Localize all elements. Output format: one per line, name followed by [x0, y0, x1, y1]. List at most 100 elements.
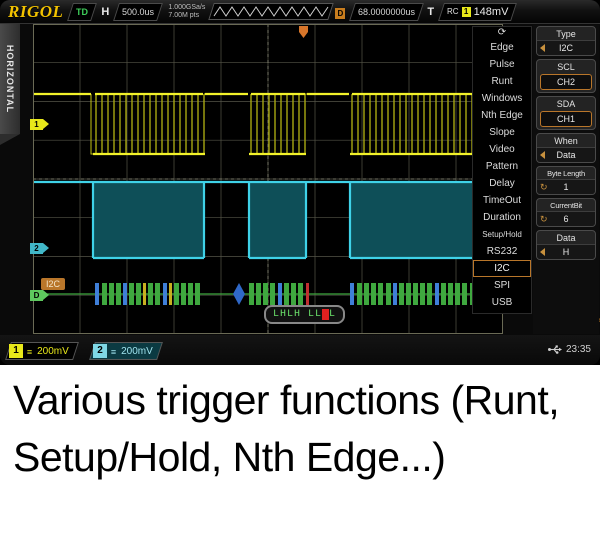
- softkey-type-value: I2C: [558, 43, 573, 53]
- timebase-badge[interactable]: 500.0us: [113, 2, 164, 21]
- left-arrow-icon: [540, 44, 545, 52]
- status-right-group: 23:35: [547, 344, 591, 355]
- caption-text: Various trigger functions (Runt, Setup/H…: [0, 365, 600, 542]
- ch2-pointer-label: 2: [34, 244, 39, 253]
- menu-item-slope[interactable]: Slope: [473, 124, 531, 141]
- waveform-canvas: [33, 24, 503, 334]
- top-status-bar: RIGOL TD H 500.0us 1.000GSa/s 7.00M pts …: [0, 0, 600, 24]
- softkey-current-bit[interactable]: CurrentBit ↻ 6: [536, 198, 596, 227]
- menu-item-windows[interactable]: Windows: [473, 90, 531, 107]
- ch1-volts-div: 200mV: [37, 345, 69, 357]
- clock-time: 23:35: [565, 344, 591, 355]
- i2c-decode-bus: [33, 283, 503, 305]
- softkey-when[interactable]: When Data: [536, 133, 596, 163]
- ch2-number: 2: [93, 344, 107, 358]
- menu-item-i2c[interactable]: I2C: [473, 260, 531, 277]
- ch2-fill: [93, 182, 480, 258]
- menu-item-spi[interactable]: SPI: [473, 277, 531, 294]
- ch1-position-pointer[interactable]: 1: [30, 119, 49, 130]
- trigger-status-label: TD: [76, 6, 89, 17]
- menu-item-runt[interactable]: Runt: [473, 73, 531, 90]
- memory-depth-value: 7.00M pts: [168, 11, 200, 19]
- delay-badge[interactable]: 68.0000000us: [349, 2, 425, 21]
- rotary-knob-icon: ↻: [540, 182, 548, 192]
- decode-position-pointer[interactable]: D: [30, 290, 49, 301]
- softkey-when-title: When: [554, 136, 578, 146]
- softkey-when-value-row[interactable]: Data: [537, 147, 595, 162]
- softkey-type-title: Type: [556, 29, 576, 39]
- ch1-settings-tag[interactable]: 1 ≡ 200mV: [5, 342, 79, 360]
- softkey-byte-length-value-row[interactable]: ↻ 1: [537, 179, 595, 194]
- menu-item-usb[interactable]: USB: [473, 294, 531, 311]
- softkey-scl-value[interactable]: CH2: [540, 74, 592, 90]
- menu-item-timeout[interactable]: TimeOut: [473, 192, 531, 209]
- ch2-settings-body: ≡ 200mV: [107, 346, 159, 357]
- memory-position-bar[interactable]: [208, 3, 335, 20]
- rigol-logo: RIGOL: [8, 1, 64, 21]
- softkey-byte-length-value: 1: [563, 182, 569, 192]
- decode-pointer-label: D: [33, 291, 40, 300]
- trigger-position-marker[interactable]: [299, 25, 308, 38]
- bottom-status-bar: 1 ≡ 200mV 2 ≡ 200mV 23:35: [0, 335, 600, 365]
- rotary-knob-icon: ⟳: [497, 27, 507, 38]
- softkey-data-value-row[interactable]: H: [537, 244, 595, 259]
- left-arrow-icon: [540, 151, 545, 159]
- trigger-pattern-bubble[interactable]: LHLH LL H L: [264, 305, 346, 324]
- horizontal-label: H: [101, 5, 110, 18]
- menu-item-setup-hold[interactable]: Setup/Hold: [473, 226, 531, 243]
- softkey-current-bit-title: CurrentBit: [550, 201, 582, 210]
- softkey-sda-value[interactable]: CH1: [540, 111, 592, 127]
- softkey-sda[interactable]: SDA CH1: [536, 96, 596, 130]
- ch2-coupling-icon: ≡: [111, 346, 117, 356]
- trigger-coupling-icon: RC: [447, 6, 459, 16]
- softkey-sda-title: SDA: [556, 99, 576, 109]
- ch2-volts-div: 200mV: [121, 345, 153, 357]
- delay-value: 68.0000000us: [358, 6, 416, 17]
- trigger-type-menu[interactable]: ⟳ Edge Pulse Runt Windows Nth Edge Slope…: [472, 26, 532, 314]
- ch1-pointer-label: 1: [34, 120, 39, 129]
- trigger-level-badge[interactable]: RC 1 148mV: [438, 2, 518, 21]
- menu-item-pulse[interactable]: Pulse: [473, 56, 531, 73]
- trigger-level-value: 148mV: [473, 5, 509, 18]
- menu-item-rs232[interactable]: RS232: [473, 243, 531, 260]
- pattern-suffix: L: [329, 309, 337, 320]
- softkey-scl-title: SCL: [557, 62, 575, 72]
- softkey-scl[interactable]: SCL CH2: [536, 59, 596, 93]
- softkey-current-bit-value-row[interactable]: ↻ 6: [537, 211, 595, 226]
- menu-item-delay[interactable]: Delay: [473, 175, 531, 192]
- delay-label: D: [335, 7, 346, 19]
- ch1-settings-body: ≡ 200mV: [23, 346, 75, 357]
- menu-item-nth-edge[interactable]: Nth Edge: [473, 107, 531, 124]
- acquisition-info: 1.000GSa/s 7.00M pts: [168, 4, 205, 20]
- softkey-data-value: H: [562, 247, 570, 257]
- softkey-type-value-row[interactable]: I2C: [537, 40, 595, 55]
- sample-rate-value: 1.000GSa/s: [168, 3, 206, 11]
- delay-group: D: [335, 3, 346, 21]
- pattern-highlight-bit: H: [322, 309, 330, 320]
- softkey-data-title: Data: [556, 233, 576, 243]
- horizontal-tag-label: HORIZONTAL: [5, 44, 15, 114]
- rotary-knob-icon: ↻: [540, 214, 548, 224]
- waveform-graticule[interactable]: [33, 24, 503, 334]
- softkey-byte-length[interactable]: Byte Length ↻ 1: [536, 166, 596, 195]
- ch1-number: 1: [9, 344, 23, 358]
- softkey-panel: Type I2C SCL CH2 SDA CH1 When Data Byte …: [533, 25, 599, 334]
- decode-bus-badge[interactable]: I2C: [41, 278, 66, 290]
- memory-waveform-icon: [213, 6, 329, 17]
- softkey-data[interactable]: Data H: [536, 230, 596, 260]
- trigger-source-chip: 1: [461, 6, 471, 17]
- timebase-value: 500.0us: [122, 6, 155, 17]
- menu-item-edge[interactable]: Edge: [473, 39, 531, 56]
- ch2-settings-tag[interactable]: 2 ≡ 200mV: [89, 342, 163, 360]
- pattern-prefix: LHLH LL: [273, 309, 323, 320]
- ch1-coupling-icon: ≡: [27, 346, 33, 356]
- menu-item-video[interactable]: Video: [473, 141, 531, 158]
- horizontal-menu-tag[interactable]: HORIZONTAL: [0, 24, 20, 145]
- menu-item-duration[interactable]: Duration: [473, 209, 531, 226]
- menu-item-pattern[interactable]: Pattern: [473, 158, 531, 175]
- softkey-type[interactable]: Type I2C: [536, 26, 596, 56]
- trigger-status-badge[interactable]: TD: [67, 2, 98, 21]
- trigger-label: T: [427, 5, 435, 18]
- ch2-position-pointer[interactable]: 2: [30, 243, 49, 254]
- left-arrow-icon: [540, 248, 545, 256]
